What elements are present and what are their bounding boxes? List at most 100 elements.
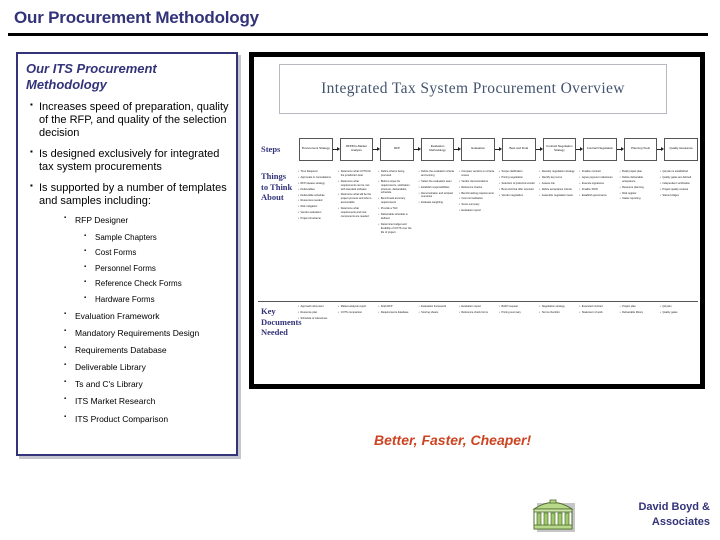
cell-bullet: Define deliverable acceptance xyxy=(620,176,656,184)
cell-bullet: Evaluate weighting xyxy=(419,201,455,205)
documents-cell: Project plan Deliverable library xyxy=(618,302,658,364)
cell-bullet: Status bridges xyxy=(660,194,696,198)
think-cell: Build project plan Define deliverable acc… xyxy=(618,167,658,301)
cell-bullet: Approvals or consultations xyxy=(298,176,334,180)
page-title: Our Procurement Methodology xyxy=(14,8,259,27)
cell-bullet: Draft RFP xyxy=(378,305,414,309)
cell-bullet: Compare vendors on criteria scores xyxy=(459,170,495,178)
cell-bullet: Scope clarification xyxy=(499,170,535,174)
cell-bullet: Develop negotiation strategy xyxy=(539,170,575,174)
step-box: Procurement Strategy xyxy=(299,137,333,161)
sub-item-its-product-comparison: ITS Product Comparison xyxy=(64,414,230,424)
things-to-think-about-row: Things to Think About Time Required Appro… xyxy=(258,167,698,302)
cell-bullet: Reference checks xyxy=(459,186,495,190)
cell-bullet: Time Required xyxy=(298,170,334,174)
think-cell: Scope clarification Pricing negotiation Se… xyxy=(497,167,537,301)
steps-row-label: Steps xyxy=(261,143,281,154)
step-arrow xyxy=(616,147,624,152)
cell-bullet: Vendor negotiation xyxy=(499,194,535,198)
sub-item-reference-check-forms: Reference Check Forms xyxy=(84,279,230,289)
cell-bullet: Provide a T&C xyxy=(378,207,414,211)
documents-cell: Negotiation strategy Terms checklist xyxy=(537,302,577,364)
cell-bullet: Requirements database xyxy=(378,311,414,315)
documents-cell: Approach document Resource plan Schedule o… xyxy=(296,302,336,364)
docs-cells: Approach document Resource plan Schedule o… xyxy=(296,302,698,364)
panel-heading: Our ITS Procurement Methodology xyxy=(26,61,157,93)
cell-bullet: Define what is being procured xyxy=(378,170,414,178)
documents-cell: BAFO request Pricing summary xyxy=(497,302,537,364)
company-line-2: Associates xyxy=(651,515,710,528)
documents-cell: Draft RFP Requirements database xyxy=(376,302,416,364)
cell-bullet: Deliverables xyxy=(298,188,334,192)
cell-bullet: Project quality reviews xyxy=(660,188,696,192)
cell-bullet: Assess risk xyxy=(539,182,575,186)
cell-bullet: Best and final offer received xyxy=(499,188,535,192)
step-arrow xyxy=(332,147,340,152)
think-cell: Time Required Approvals or consultations R… xyxy=(296,167,336,301)
think-cell: Define what is being procured Build a sco… xyxy=(376,167,416,301)
cell-bullet: Status reporting xyxy=(620,197,656,201)
capitol-building-logo-icon xyxy=(532,499,575,532)
cell-bullet: Benchmarking requirements xyxy=(459,192,495,196)
cell-bullet: Risk register xyxy=(620,192,656,196)
cell-bullet: Resource planning xyxy=(620,186,656,190)
diagram-title-box: Integrated Tax System Procurement Overvi… xyxy=(279,64,667,114)
cell-bullet: Establish governance xyxy=(579,194,615,198)
step-box: RFP xyxy=(380,137,414,161)
sub-item-personnel-forms: Personnel Forms xyxy=(84,264,230,274)
think-cell: Compare vendors on criteria scores Vendor… xyxy=(457,167,497,301)
diagram-matrix: Things to Think About Time Required Appro… xyxy=(258,167,698,382)
think-row-label: Things to Think About xyxy=(261,171,293,203)
cell-bullet: Reference check forms xyxy=(459,311,495,315)
docs-row-label: Key Documents Needed xyxy=(261,306,302,338)
cell-bullet: Selection of preferred vendor xyxy=(499,182,535,186)
cell-bullet: Define acceptance criteria xyxy=(539,188,575,192)
procurement-overview-diagram: Integrated Tax System Procurement Overvi… xyxy=(249,52,705,389)
sub-item-ts-and-cs-library: Ts and C's Library xyxy=(64,379,230,389)
cell-bullet: Score summary xyxy=(459,203,495,207)
cell-bullet: Agree payment milestones xyxy=(579,176,615,180)
key-documents-needed-row: Key Documents Needed Approach document Re… xyxy=(258,302,698,364)
step-arrow xyxy=(657,147,665,152)
step-box: Evaluation xyxy=(461,137,495,161)
cell-bullet: Deliverable schedule xyxy=(298,194,334,198)
step-box: Contract Negotiation Strategy xyxy=(542,137,577,161)
step-arrow xyxy=(454,147,462,152)
cell-bullet: Independent verification xyxy=(660,182,696,186)
step-arrow xyxy=(413,147,421,152)
cell-bullet: Establish responsibilities xyxy=(419,186,455,190)
cell-bullet: Finalize SOW xyxy=(579,188,615,192)
think-cells: Time Required Approvals or consultations R… xyxy=(296,167,698,301)
cell-bullet: Build a scope for requirements, solicita… xyxy=(378,180,414,196)
cell-bullet: Deliverable library xyxy=(620,311,656,315)
cell-bullet: RFP release strategy xyxy=(298,182,334,186)
cell-bullet: Pricing negotiation xyxy=(499,176,535,180)
cell-bullet: Identify key terms xyxy=(539,176,575,180)
step-arrow xyxy=(535,147,543,152)
steps-row: Steps Procurement Strategy RFP/Pre-Market… xyxy=(258,135,698,163)
panel-bullet-3: Is supported by a number of templates an… xyxy=(30,181,230,209)
documents-cell: Evaluation report Reference check forms xyxy=(457,302,497,364)
cell-bullet: Statement of work xyxy=(579,311,615,315)
cell-bullet: Vendor evaluation xyxy=(298,211,334,215)
footer-company-name: David Boyd & Associates xyxy=(590,500,710,529)
cell-bullet: Finalize contract xyxy=(579,170,615,174)
step-arrow xyxy=(576,147,584,152)
cell-bullet: Determine what COTS fits the jurisdictio… xyxy=(338,170,374,178)
sub-item-evaluation-framework: Evaluation Framework xyxy=(64,311,230,321)
cell-bullet: BAFO request xyxy=(499,305,535,309)
step-arrow xyxy=(373,147,381,152)
title-divider xyxy=(8,33,708,36)
step-arrow xyxy=(494,147,502,152)
cell-bullet: Risk mitigation xyxy=(298,205,334,209)
cell-bullet: Schedule of milestones xyxy=(298,317,334,321)
cell-bullet: Determine what requirements and cost com… xyxy=(338,207,374,219)
sub-item-cost-forms: Cost Forms xyxy=(84,248,230,258)
cell-bullet: QA plan xyxy=(660,305,696,309)
cell-bullet: Benchmark accuracy requirements xyxy=(378,197,414,205)
panel-bullet-2: Is designed exclusively for integrated t… xyxy=(30,147,230,175)
sub-item-its-market-research: ITS Market Research xyxy=(64,396,230,406)
cell-bullet: Demonstration and scripted scenarios xyxy=(419,192,455,200)
cell-bullet: Evaluation framework xyxy=(419,305,455,309)
cell-bullet: Determine what will be the project proce… xyxy=(338,193,374,205)
